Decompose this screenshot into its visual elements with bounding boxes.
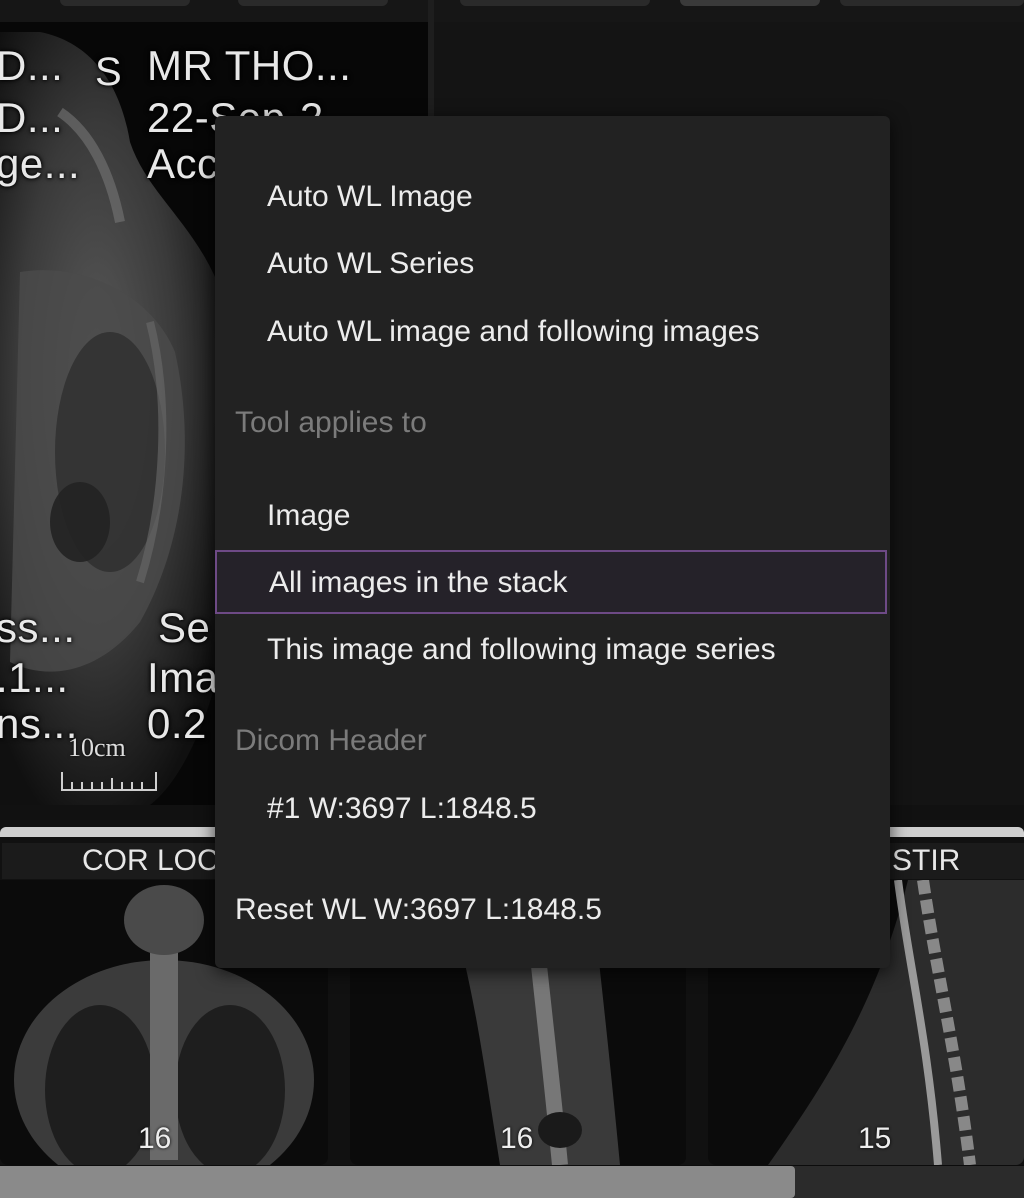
overlay-text-left: ns... (0, 700, 78, 747)
window-level-context-menu: Auto WL Image Auto WL Series Auto WL ima… (215, 116, 890, 968)
menu-item-dicom-preset[interactable]: #1 W:3697 L:1848.5 (267, 792, 537, 826)
thumbnail-image-count: 16 (138, 1122, 172, 1155)
menu-section-header: Dicom Header (235, 724, 427, 757)
toolbar-tab[interactable] (238, 0, 388, 6)
toolbar-tab[interactable] (680, 0, 820, 6)
thumbnail-image-count: 15 (858, 1122, 892, 1155)
overlay-text-right: 0.2 (147, 700, 207, 747)
orientation-marker: S (95, 50, 123, 94)
toolbar-tab[interactable] (60, 0, 190, 6)
menu-item-auto-wl-series[interactable]: Auto WL Series (267, 247, 474, 281)
toolbar-tab[interactable] (840, 0, 1024, 6)
overlay-text-right: Se (158, 604, 211, 651)
menu-item-scope-image[interactable]: Image (267, 499, 350, 533)
overlay-text-left: ge... (0, 140, 81, 187)
menu-item-auto-wl-image[interactable]: Auto WL Image (267, 180, 473, 214)
menu-item-label: All images in the stack (269, 566, 568, 599)
overlay-text-right: Ima (147, 654, 219, 701)
scale-ruler-icon (61, 772, 157, 791)
overlay-text-left: .1... (0, 654, 69, 701)
top-toolbar-strip (0, 0, 1024, 22)
overlay-text-right: Acc (147, 140, 219, 187)
menu-section-header: Tool applies to (235, 406, 427, 439)
scrollbar-thumb[interactable] (0, 1166, 795, 1198)
scale-label: 10cm (68, 733, 126, 762)
overlay-text-left: ss... (0, 604, 76, 651)
overlay-text-left: D... (0, 94, 64, 141)
menu-item-scope-stack[interactable]: All images in the stack (215, 550, 887, 614)
overlay-text-left: D... (0, 42, 64, 89)
thumbnail-image-count: 16 (500, 1122, 534, 1155)
overlay-text-right: MR THO... (147, 42, 352, 89)
menu-item-reset-wl[interactable]: Reset WL W:3697 L:1848.5 (235, 893, 602, 927)
menu-item-scope-following-series[interactable]: This image and following image series (267, 633, 776, 667)
menu-item-auto-wl-following[interactable]: Auto WL image and following images (267, 315, 759, 349)
toolbar-tab[interactable] (460, 0, 650, 6)
